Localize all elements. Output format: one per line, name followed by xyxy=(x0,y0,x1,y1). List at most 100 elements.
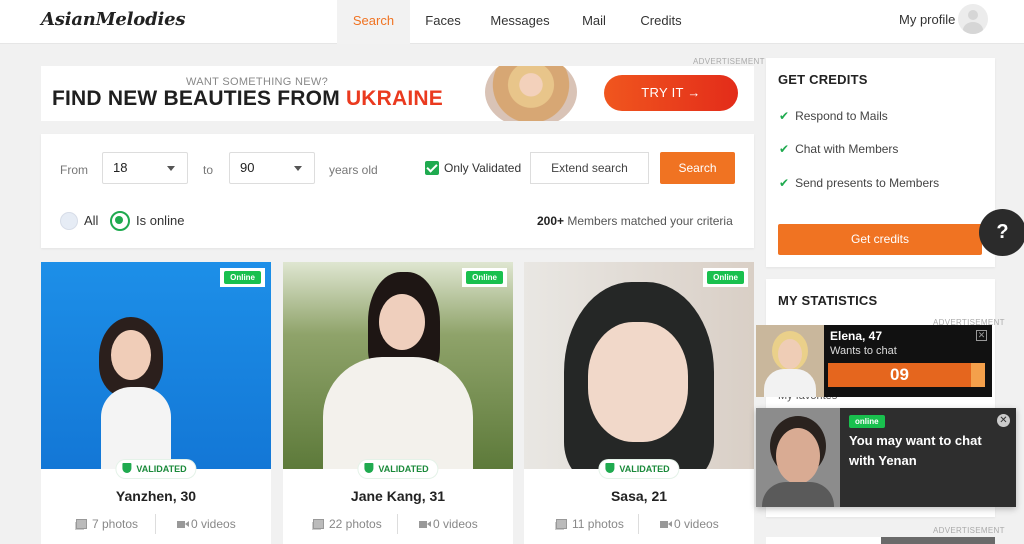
online-badge: Online xyxy=(703,268,748,287)
profile-card[interactable]: Online VALIDATED Jane Kang, 31 22 photos… xyxy=(283,262,513,544)
radio-is-online-label[interactable]: Is online xyxy=(136,213,184,228)
only-validated-checkbox[interactable] xyxy=(425,161,439,175)
profile-name[interactable]: Sasa, 21 xyxy=(524,488,754,504)
chat-timer: 09 xyxy=(828,363,985,387)
close-icon[interactable]: ✕ xyxy=(976,330,987,341)
photos-icon xyxy=(556,519,567,529)
years-old-label: years old xyxy=(329,163,378,177)
videos-count-text: 0 videos xyxy=(191,517,236,531)
stats-divider xyxy=(638,514,639,534)
photos-icon xyxy=(76,519,87,529)
profile-photo[interactable] xyxy=(41,262,271,469)
nav-tab-credits[interactable]: Credits xyxy=(634,0,688,44)
online-badge-text: Online xyxy=(707,271,744,284)
nav-tab-mail[interactable]: Mail xyxy=(575,0,613,44)
photos-count-text: 22 photos xyxy=(329,517,382,531)
extend-search-button[interactable]: Extend search xyxy=(530,152,649,184)
banner-headline-highlight: UKRAINE xyxy=(345,87,444,110)
shield-check-icon xyxy=(605,463,615,473)
validated-text: VALIDATED xyxy=(136,464,187,474)
age-to-value: 90 xyxy=(240,160,255,175)
nav-tab-messages[interactable]: Messages xyxy=(488,0,552,44)
online-badge: Online xyxy=(462,268,507,287)
get-credits-button[interactable]: Get credits xyxy=(778,224,982,255)
profile-card[interactable]: Online VALIDATED Yanzhen, 30 7 photos 0 … xyxy=(41,262,271,544)
benefit-item: ✔ Send presents to Members xyxy=(779,176,939,190)
dress-shape xyxy=(323,357,473,469)
profile-stats: 7 photos 0 videos xyxy=(41,514,271,534)
help-button[interactable]: ? xyxy=(979,209,1024,256)
face-shape xyxy=(111,330,151,380)
chevron-down-icon xyxy=(294,166,302,171)
chat-suggestion-text: You may want to chat with Yenan xyxy=(849,433,982,468)
nav-tab-faces[interactable]: Faces xyxy=(418,0,468,44)
benefit-text: Respond to Mails xyxy=(795,109,888,123)
nav-tab-search[interactable]: Search xyxy=(337,0,410,44)
face-shape xyxy=(776,428,820,484)
chat-photo xyxy=(756,325,824,397)
search-button[interactable]: Search xyxy=(660,152,735,184)
advertisement-label: ADVERTISEMENT xyxy=(933,526,1005,535)
photos-count: 11 photos xyxy=(556,517,624,531)
banner-photo xyxy=(485,66,577,121)
only-validated-label[interactable]: Only Validated xyxy=(444,161,521,175)
chevron-down-icon xyxy=(167,166,175,171)
age-to-select[interactable]: 90 xyxy=(229,152,315,184)
age-from-value: 18 xyxy=(113,160,128,175)
ad-banner[interactable]: WANT SOMETHING NEW? FIND NEW BEAUTIES FR… xyxy=(41,66,754,121)
videos-count-text: 0 videos xyxy=(433,517,478,531)
online-badge-text: Online xyxy=(224,271,261,284)
banner-headline-text: FIND NEW BEAUTIES FROM xyxy=(52,87,340,110)
validated-badge: VALIDATED xyxy=(599,460,679,478)
body-shape xyxy=(101,387,171,469)
validated-badge: VALIDATED xyxy=(116,460,196,478)
check-icon: ✔ xyxy=(779,176,790,190)
profile-photo[interactable] xyxy=(524,262,754,469)
chat-suggestion-popup[interactable]: online You may want to chat with Yenan ✕ xyxy=(756,408,1016,507)
videos-count-text: 0 videos xyxy=(674,517,719,531)
profile-stats: 22 photos 0 videos xyxy=(283,514,513,534)
my-profile-link[interactable]: My profile xyxy=(899,12,955,27)
age-from-select[interactable]: 18 xyxy=(102,152,188,184)
benefit-item: ✔ Respond to Mails xyxy=(779,109,888,123)
radio-is-online[interactable] xyxy=(110,211,130,231)
video-camera-icon xyxy=(419,521,431,528)
ad-box[interactable] xyxy=(766,537,995,544)
profile-card[interactable]: Online VALIDATED Sasa, 21 11 photos 0 vi… xyxy=(524,262,754,544)
my-statistics-title: MY STATISTICS xyxy=(778,293,878,308)
body-shape xyxy=(762,482,834,507)
chat-name: Elena, 47 xyxy=(830,329,883,343)
check-icon: ✔ xyxy=(779,142,790,156)
profile-name[interactable]: Yanzhen, 30 xyxy=(41,488,271,504)
photos-icon xyxy=(313,519,324,529)
profile-name[interactable]: Jane Kang, 31 xyxy=(283,488,513,504)
radio-all[interactable] xyxy=(60,212,78,230)
radio-all-label[interactable]: All xyxy=(84,213,98,228)
shield-check-icon xyxy=(364,463,374,473)
online-badge: Online xyxy=(220,268,265,287)
match-count-label: Members matched your criteria xyxy=(567,214,733,228)
face-shape xyxy=(588,322,688,442)
photos-count-text: 11 photos xyxy=(572,517,624,531)
profile-photo[interactable] xyxy=(283,262,513,469)
site-logo[interactable]: AsianMelodies xyxy=(41,9,186,30)
face-shape xyxy=(379,294,425,350)
shield-check-icon xyxy=(122,463,132,473)
banner-headline: FIND NEW BEAUTIES FROM UKRAINE xyxy=(52,87,443,111)
try-it-button[interactable]: TRY IT → xyxy=(604,75,738,111)
benefit-text: Chat with Members xyxy=(795,142,899,156)
photos-count: 22 photos xyxy=(313,517,382,531)
chat-invite-popup[interactable]: Elena, 47 Wants to chat ✕ 09 xyxy=(756,325,992,397)
videos-count: 0 videos xyxy=(177,517,236,531)
benefit-item: ✔ Chat with Members xyxy=(779,142,898,156)
photos-count-text: 7 photos xyxy=(92,517,139,531)
validated-text: VALIDATED xyxy=(378,464,429,474)
advertisement-label: ADVERTISEMENT xyxy=(693,57,765,66)
close-icon[interactable]: ✕ xyxy=(997,414,1010,427)
chat-photo xyxy=(756,408,840,507)
videos-count: 0 videos xyxy=(660,517,719,531)
user-avatar[interactable] xyxy=(958,4,988,34)
online-badge-text: Online xyxy=(466,271,503,284)
ad-image xyxy=(881,537,995,544)
get-credits-box: GET CREDITS ✔ Respond to Mails ✔ Chat with… xyxy=(766,58,995,267)
